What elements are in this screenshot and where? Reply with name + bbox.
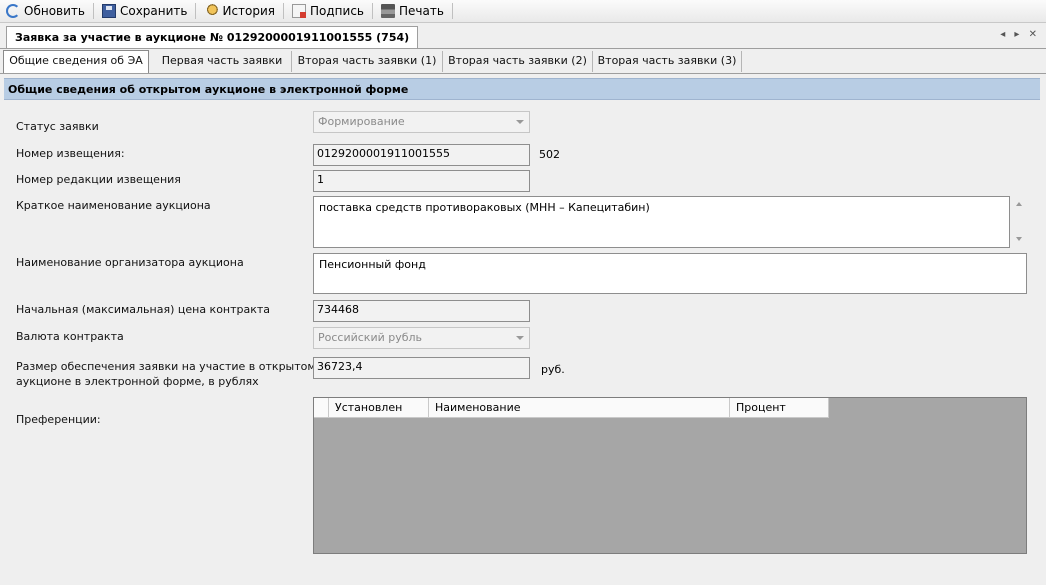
revision-label: Номер редакции извещения [16, 173, 181, 186]
section-header: Общие сведения об открытом аукционе в эл… [4, 78, 1040, 100]
toolbar-separator [92, 3, 94, 19]
refresh-button[interactable]: Обновить [0, 1, 91, 21]
save-label: Сохранить [119, 4, 188, 18]
document-tab[interactable]: Заявка за участие в аукционе № 012920000… [6, 26, 419, 48]
tab-general-info[interactable]: Общие сведения об ЭА [3, 50, 149, 73]
currency-value: Российский рубль [318, 331, 423, 344]
preferences-label: Преференции: [16, 413, 101, 426]
chevron-down-icon [516, 120, 524, 124]
history-label: История [222, 4, 276, 18]
column-header-percent[interactable]: Процент [730, 398, 829, 418]
column-header-name[interactable]: Наименование [429, 398, 730, 418]
security-amount-field[interactable]: 36723,4 [313, 357, 530, 379]
notice-number-label: Номер извещения: [16, 147, 125, 160]
history-icon [204, 4, 219, 18]
tab-navigation-controls[interactable]: ◂ ▸ ✕ [1000, 29, 1040, 40]
price-field[interactable]: 734468 [313, 300, 530, 322]
currency-select[interactable]: Российский рубль [313, 327, 530, 349]
organizer-label: Наименование организатора аукциона [16, 256, 244, 269]
row-selector-header [314, 398, 329, 418]
security-unit: руб. [541, 363, 565, 376]
tab-first-part[interactable]: Первая часть заявки [153, 51, 292, 72]
general-info-panel: Общие сведения об открытом аукционе в эл… [4, 78, 1040, 582]
toolbar-separator [195, 3, 197, 19]
grid-header: Установлен Наименование Процент [314, 398, 829, 418]
toolbar-separator [451, 3, 453, 19]
toolbar-separator [283, 3, 285, 19]
short-name-field[interactable]: поставка средств противораковых (МНН – К… [313, 196, 1010, 248]
security-label-line2: аукционе в электронной форме, в рублях [16, 375, 259, 388]
section-tabs: Общие сведения об ЭА Первая часть заявки… [0, 49, 1046, 74]
short-name-label: Краткое наименование аукциона [16, 199, 211, 212]
refresh-label: Обновить [24, 4, 85, 18]
sign-button[interactable]: Подпись [286, 1, 370, 21]
notice-number-field[interactable]: 0129200001911001555 [313, 144, 530, 166]
chevron-down-icon [516, 336, 524, 340]
toolbar-separator [372, 3, 373, 19]
column-header-established[interactable]: Установлен [329, 398, 429, 418]
sign-label: Подпись [310, 4, 364, 18]
notice-number-suffix: 502 [539, 148, 560, 161]
tab-second-part-1[interactable]: Вторая часть заявки (1) [292, 51, 443, 72]
organizer-field[interactable]: Пенсионный фонд [313, 253, 1027, 294]
scroll-up-icon[interactable] [1016, 202, 1022, 206]
status-label: Статус заявки [16, 120, 99, 133]
tab-second-part-2[interactable]: Вторая часть заявки (2) [443, 51, 593, 72]
toolbar: Обновить Сохранить История Подпись Печат… [0, 0, 1046, 23]
currency-label: Валюта контракта [16, 330, 124, 343]
security-label-line1: Размер обеспечения заявки на участие в о… [16, 360, 316, 373]
sign-document-icon [292, 4, 307, 18]
history-button[interactable]: История [198, 1, 281, 21]
status-value: Формирование [318, 115, 405, 128]
document-tab-bar: Заявка за участие в аукционе № 012920000… [0, 23, 1046, 49]
save-button[interactable]: Сохранить [96, 1, 194, 21]
tab-second-part-3[interactable]: Вторая часть заявки (3) [593, 51, 742, 72]
revision-field[interactable]: 1 [313, 170, 530, 192]
price-label: Начальная (максимальная) цена контракта [16, 303, 271, 316]
save-icon [101, 4, 116, 18]
print-label: Печать [399, 4, 444, 18]
print-button[interactable]: Печать [375, 1, 450, 21]
status-select[interactable]: Формирование [313, 111, 530, 133]
scroll-down-icon[interactable] [1016, 237, 1022, 241]
refresh-icon [6, 4, 20, 18]
preferences-grid[interactable]: Установлен Наименование Процент [313, 397, 1027, 554]
printer-icon [381, 4, 395, 18]
